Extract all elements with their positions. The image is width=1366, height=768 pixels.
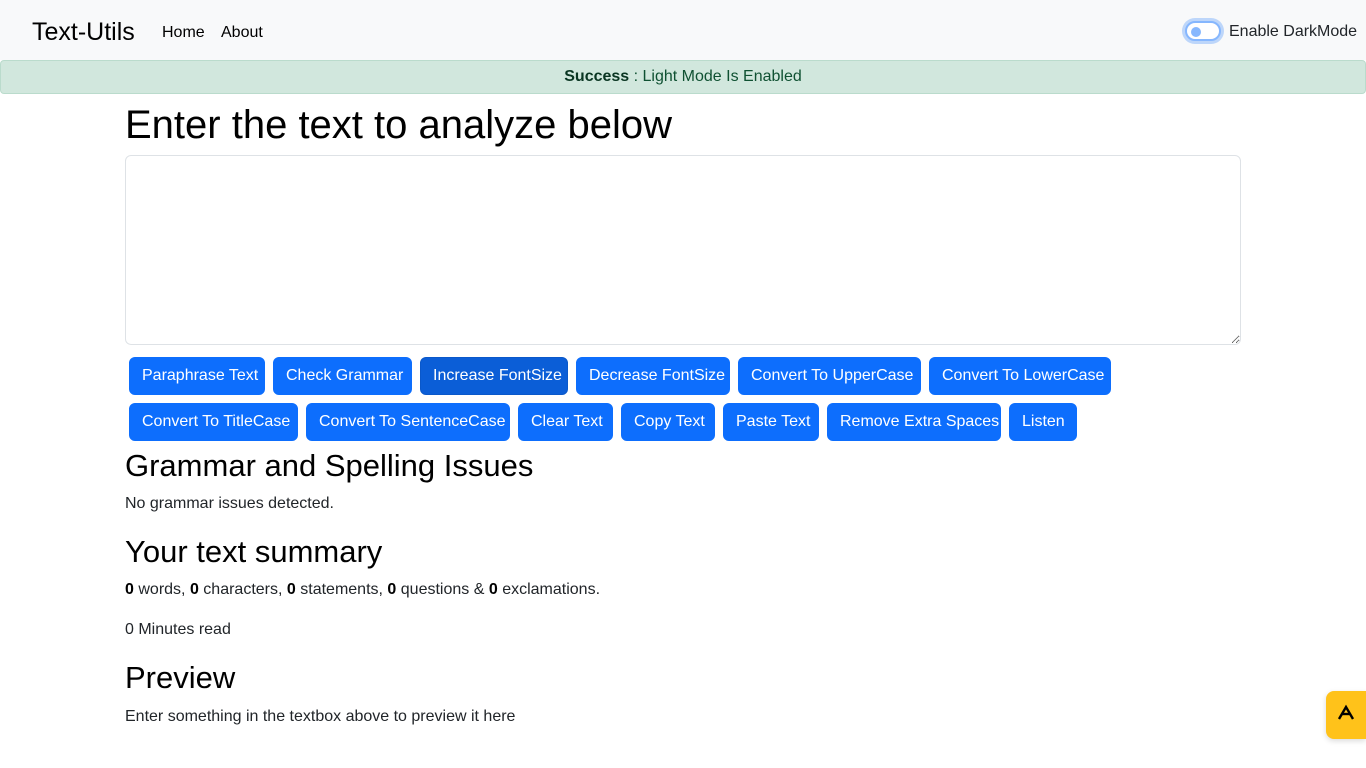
dark-mode-label[interactable]: Enable DarkMode: [1229, 21, 1357, 43]
clear-text-button[interactable]: Clear Text: [518, 403, 613, 441]
success-alert: Success : Light Mode Is Enabled: [0, 60, 1366, 94]
brand-logo[interactable]: Text-Utils: [32, 16, 135, 48]
word-count: 0: [125, 581, 134, 598]
preview-heading: Preview: [125, 660, 236, 695]
extension-logo-icon: [1336, 703, 1356, 728]
grammar-heading: Grammar and Spelling Issues: [125, 448, 534, 483]
copy-text-button[interactable]: Copy Text: [621, 403, 715, 441]
text-input[interactable]: [125, 155, 1241, 345]
preview-text: Enter something in the textbox above to …: [125, 708, 516, 725]
page-title: Enter the text to analyze below: [125, 103, 672, 147]
summary-stats: 0 words, 0 characters, 0 statements, 0 q…: [125, 579, 600, 601]
check-grammar-button[interactable]: Check Grammar: [273, 357, 412, 395]
exclamation-label: exclamations.: [502, 581, 601, 598]
floating-extension-button[interactable]: [1326, 691, 1366, 739]
alert-message: : Light Mode Is Enabled: [633, 68, 802, 85]
paraphrase-text-button[interactable]: Paraphrase Text: [129, 357, 265, 395]
statement-label: statements,: [300, 581, 383, 598]
nav-link-home[interactable]: Home: [162, 22, 205, 44]
grammar-message: No grammar issues detected.: [125, 495, 334, 512]
character-count: 0: [189, 581, 199, 598]
toggle-knob: [1191, 27, 1201, 37]
alert-title: Success: [564, 68, 630, 85]
convert-titlecase-button[interactable]: Convert To TitleCase: [129, 403, 298, 441]
question-label: questions &: [400, 581, 485, 598]
paste-text-button[interactable]: Paste Text: [723, 403, 819, 441]
character-label: characters,: [203, 581, 283, 598]
nav-link-about[interactable]: About: [221, 22, 263, 44]
question-count: 0: [387, 581, 397, 598]
increase-fontsize-button[interactable]: Increase FontSize: [420, 357, 568, 395]
read-time: 0 Minutes read: [125, 621, 231, 638]
decrease-fontsize-button[interactable]: Decrease FontSize: [576, 357, 730, 395]
summary-heading: Your text summary: [125, 534, 383, 569]
listen-button[interactable]: Listen: [1009, 403, 1077, 441]
convert-sentencecase-button[interactable]: Convert To SentenceCase: [306, 403, 510, 441]
navbar: Text-Utils Home About Enable DarkMode: [0, 0, 1366, 60]
remove-extra-spaces-button[interactable]: Remove Extra Spaces: [827, 403, 1001, 441]
convert-lowercase-button[interactable]: Convert To LowerCase: [929, 357, 1111, 395]
word-label: words,: [138, 581, 186, 598]
convert-uppercase-button[interactable]: Convert To UpperCase: [738, 357, 921, 395]
exclamation-count: 0: [488, 581, 498, 598]
dark-mode-toggle[interactable]: [1185, 21, 1221, 41]
statement-count: 0: [286, 581, 296, 598]
